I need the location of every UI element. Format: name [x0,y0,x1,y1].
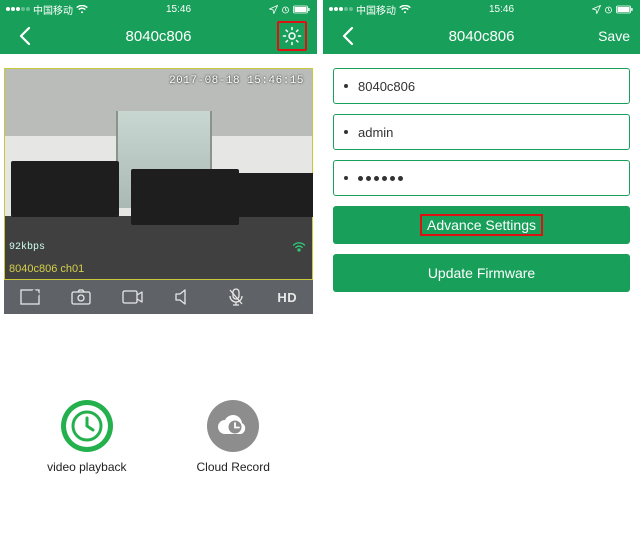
cloud-clock-icon [215,412,251,440]
location-icon [269,5,278,14]
chevron-left-icon [18,26,32,46]
carrier-label: 中国移动 [356,2,396,17]
cloud-label: Cloud Record [197,460,270,474]
feature-row: video playback Cloud Record [0,400,317,474]
highlight-box: Advance Settings [420,214,543,236]
status-bar: 中国移动 15:46 [0,0,317,18]
signal-dots [6,7,30,11]
back-button[interactable] [8,26,42,46]
snapshot-button[interactable] [61,280,101,314]
video-scene [5,69,312,279]
username-field[interactable]: admin [333,114,630,150]
cloud-record-button[interactable]: Cloud Record [197,400,270,474]
video-controls: HD [4,280,313,314]
speaker-icon [175,289,193,305]
battery-icon [293,5,311,14]
alarm-icon [604,5,613,14]
password-field[interactable] [333,160,630,196]
wifi-icon [76,5,88,14]
device-id-field[interactable]: 8040c806 [333,68,630,104]
carrier-label: 中国移动 [33,2,73,17]
clock: 15:46 [166,4,191,15]
nav-bar: 8040c806 Save [323,18,640,54]
video-timestamp: 2017-08-18 15:46:15 [169,75,304,87]
status-bar: 中国移动 15:46 [323,0,640,18]
record-button[interactable] [113,280,153,314]
location-icon [592,5,601,14]
live-view-screen: 中国移动 15:46 8040c806 2017-08-18 [0,0,317,560]
mic-mute-icon [228,288,244,306]
hd-button[interactable]: HD [267,280,307,314]
fullscreen-button[interactable] [10,280,50,314]
username-value: admin [358,125,393,140]
video-preview[interactable]: 2017-08-18 15:46:15 92kbps 8040c806 ch01 [4,68,313,280]
save-button[interactable]: Save [598,28,632,44]
camera-icon [71,289,91,305]
device-id-value: 8040c806 [358,79,415,94]
battery-icon [616,5,634,14]
chevron-left-icon [341,26,355,46]
gear-icon [282,26,302,46]
alarm-icon [281,5,290,14]
settings-button[interactable] [275,21,309,51]
update-firmware-label: Update Firmware [428,265,535,281]
update-firmware-button[interactable]: Update Firmware [333,254,630,292]
settings-form: 8040c806 admin Advance Settings Update F… [323,54,640,292]
bullet-icon [344,84,348,88]
clock-icon [70,409,104,443]
videocam-icon [122,290,144,304]
playback-label: video playback [47,460,126,474]
back-button[interactable] [331,26,365,46]
bitrate-label: 92kbps [9,242,45,253]
channel-label: 8040c806 ch01 [9,263,84,275]
fullscreen-icon [20,289,40,305]
signal-dots [329,7,353,11]
advance-settings-button[interactable]: Advance Settings [333,206,630,244]
wifi-icon [399,5,411,14]
highlight-box [277,21,307,51]
bullet-icon [344,176,348,180]
page-title: 8040c806 [365,28,598,45]
mic-button[interactable] [216,280,256,314]
speaker-button[interactable] [164,280,204,314]
password-mask [358,176,403,181]
page-title: 8040c806 [42,28,275,45]
playback-button[interactable]: video playback [47,400,126,474]
wifi-strength-icon [292,239,306,257]
bullet-icon [344,130,348,134]
nav-bar: 8040c806 [0,18,317,54]
settings-screen: 中国移动 15:46 8040c806 Save 8040c806 [323,0,640,560]
clock: 15:46 [489,4,514,15]
